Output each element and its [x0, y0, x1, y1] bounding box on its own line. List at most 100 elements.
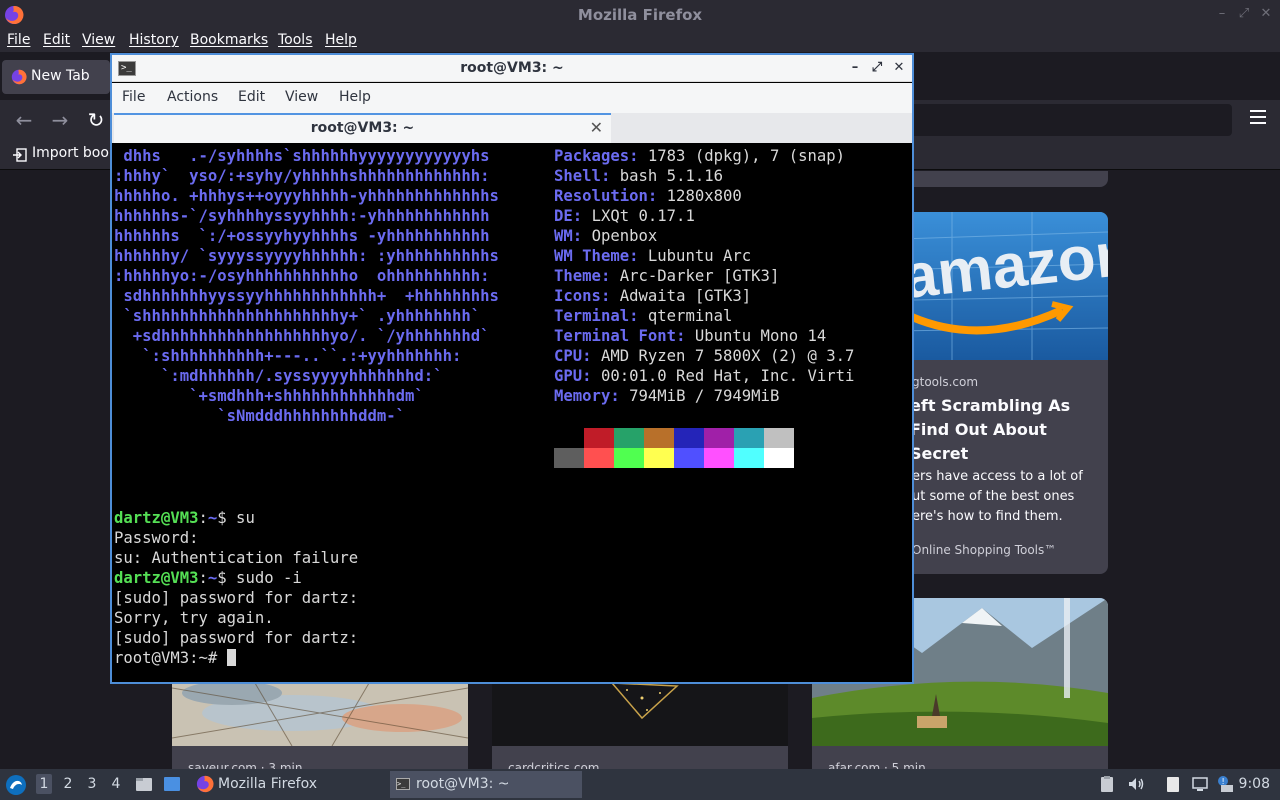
forward-arrow-icon[interactable]: →	[48, 108, 72, 132]
import-bookmarks-link[interactable]: Import book	[32, 145, 117, 161]
palette-swatch	[704, 428, 734, 448]
ascii-art-line: hhhhhhs `:/+ossyyhyyhhhhs -yhhhhhhhhhhh	[114, 227, 490, 245]
tab-label: New Tab	[31, 68, 90, 84]
palette-swatch	[584, 448, 614, 468]
workspace-4[interactable]: 4	[108, 776, 124, 792]
volume-icon[interactable]	[1127, 775, 1145, 793]
output-line: Password:	[114, 529, 199, 547]
tab-new-tab[interactable]: New Tab	[2, 60, 110, 94]
back-arrow-icon[interactable]: ←	[12, 108, 36, 132]
ascii-art-line: hhhhhhs-`/syhhhhyssyyhhhh:-yhhhhhhhhhhhh	[114, 207, 490, 225]
card-sponsor: Online Shopping Tools™	[912, 543, 1057, 557]
ascii-art-line: :hhhy` yso/:+syhy/yhhhhhshhhhhhhhhhhhh:	[114, 167, 490, 185]
firefox-icon	[11, 69, 27, 85]
menu-history[interactable]: History	[129, 32, 179, 48]
menu-help[interactable]: Help	[325, 32, 357, 48]
card-source: cardcritics.com	[508, 761, 600, 769]
output-line: [sudo] password for dartz:	[114, 589, 359, 607]
menu-view[interactable]: View	[82, 32, 115, 48]
color-palette	[554, 428, 794, 468]
taskbar-firefox[interactable]: Mozilla Firefox	[192, 771, 384, 798]
clock: 9:08	[1238, 776, 1270, 792]
output-line: Sorry, try again.	[114, 609, 274, 627]
info-line-wm-theme: WM Theme: Lubuntu Arc	[554, 247, 752, 265]
output-line: [sudo] password for dartz:	[114, 629, 359, 647]
maximize-button[interactable]: ⤢	[1238, 6, 1250, 22]
hamburger-menu-icon[interactable]	[1250, 110, 1266, 124]
palette-swatch	[764, 428, 794, 448]
card-source: afar.com · 5 min	[828, 761, 926, 769]
terminal-output[interactable]: dhhs .-/syhhhhs`shhhhhhyyyyyyyyyyyyhs :h…	[114, 146, 910, 682]
palette-swatch	[644, 448, 674, 468]
card-source: saveur.com · 3 min	[188, 761, 303, 769]
notes-icon[interactable]	[1164, 775, 1182, 793]
palette-swatch	[674, 448, 704, 468]
close-button[interactable]: ✕	[1260, 6, 1272, 22]
terminal-close-button[interactable]: ✕	[892, 59, 906, 77]
show-desktop-icon[interactable]	[163, 775, 181, 793]
terminal-menu-help[interactable]: Help	[339, 89, 371, 105]
workspace-2[interactable]: 2	[60, 776, 76, 792]
file-manager-icon[interactable]	[135, 775, 153, 793]
info-line-resolution: Resolution: 1280x800	[554, 187, 742, 205]
palette-swatch	[764, 448, 794, 468]
menu-file[interactable]: File	[7, 32, 30, 48]
palette-swatch	[584, 428, 614, 448]
taskbar-task-label: root@VM3: ~	[416, 776, 510, 792]
card-excerpt-line-2: ut some of the best ones	[912, 489, 1075, 504]
update-notifier-icon[interactable]: !	[1216, 775, 1234, 793]
menu-tools[interactable]: Tools	[278, 32, 313, 48]
minimize-button[interactable]: –	[1216, 6, 1228, 22]
close-tab-icon[interactable]: ✕	[590, 118, 603, 137]
palette-swatch	[614, 448, 644, 468]
text-cursor	[226, 649, 236, 666]
root-prompt-line[interactable]: root@VM3:~#	[114, 648, 236, 668]
info-line-icons: Icons: Adwaita [GTK3]	[554, 287, 752, 305]
firefox-menubar: File Edit View History Bookmarks Tools H…	[0, 30, 1280, 52]
window-title: Mozilla Firefox	[577, 6, 703, 24]
terminal-titlebar[interactable]: >_ root@VM3: ~ – ⤢ ✕	[112, 55, 912, 82]
info-line-de: DE: LXQt 0.17.1	[554, 207, 695, 225]
card-title-line-1: eft Scrambling As	[910, 396, 1071, 415]
ascii-art-line: `sNmdddhhhhhhhhddm-`	[114, 407, 406, 425]
info-line-theme: Theme: Arc-Darker [GTK3]	[554, 267, 780, 285]
output-line: su: Authentication failure	[114, 549, 359, 567]
terminal-menu-view[interactable]: View	[285, 89, 318, 105]
terminal-icon: >_	[396, 778, 410, 790]
lubuntu-menu-icon[interactable]	[5, 774, 27, 796]
reload-icon[interactable]: ↻	[84, 108, 108, 132]
ascii-art-line: `:mdhhhhhh/.syssyyyyhhhhhhhd:`	[114, 367, 443, 385]
ascii-art-line: :hhhhhyo:-/osyhhhhhhhhhhho ohhhhhhhhhh:	[114, 267, 490, 285]
ascii-art-line: +sdhhhhhhhhhhhhhhhhhhyo/. `/yhhhhhhhd`	[114, 327, 490, 345]
clipboard-icon[interactable]	[1098, 775, 1116, 793]
info-line-gpu: GPU: 00:01.0 Red Hat, Inc. Virti	[554, 367, 855, 385]
workspace-1[interactable]: 1	[36, 774, 52, 794]
terminal-menubar: File Actions Edit View Help	[112, 83, 912, 113]
menu-edit[interactable]: Edit	[43, 32, 70, 48]
palette-swatch	[554, 428, 584, 448]
terminal-menu-file[interactable]: File	[122, 89, 145, 105]
terminal-menu-edit[interactable]: Edit	[238, 89, 265, 105]
ascii-art-line: `shhhhhhhhhhhhhhhhhhhhhy+` .yhhhhhhhh`	[114, 307, 481, 325]
card-excerpt-line-1: ers have access to a lot of	[912, 469, 1083, 484]
ascii-art-line: hhhhhhy/ `syyyssyyyyhhhhhh: :yhhhhhhhhhh…	[114, 247, 499, 265]
ascii-art-line: hhhhho. +hhhys++oyyyhhhhh-yhhhhhhhhhhhhh…	[114, 187, 499, 205]
workspace-3[interactable]: 3	[84, 776, 100, 792]
terminal-tab-label: root@VM3: ~	[310, 120, 415, 136]
terminal-minimize-button[interactable]: –	[848, 59, 862, 77]
terminal-tab[interactable]: root@VM3: ~ ✕	[114, 113, 611, 143]
ascii-art-line: `+smdhhh+shhhhhhhhhhhhdm`	[114, 387, 424, 405]
url-bar[interactable]	[900, 104, 1232, 136]
menu-bookmarks[interactable]: Bookmarks	[190, 32, 268, 48]
taskbar-task-label: Mozilla Firefox	[218, 776, 318, 792]
terminal-menu-actions[interactable]: Actions	[167, 89, 218, 105]
info-line-packages: Packages: 1783 (dpkg), 7 (snap)	[554, 147, 846, 165]
info-line-shell: Shell: bash 5.1.16	[554, 167, 724, 185]
taskbar-terminal[interactable]: >_ root@VM3: ~	[390, 771, 582, 798]
network-icon[interactable]	[1191, 775, 1209, 793]
import-icon	[13, 148, 27, 162]
card-source: gtools.com	[912, 375, 979, 389]
terminal-maximize-button[interactable]: ⤢	[870, 59, 884, 77]
terminal-tabbar: root@VM3: ~ ✕	[112, 113, 912, 143]
palette-swatch	[554, 448, 584, 468]
